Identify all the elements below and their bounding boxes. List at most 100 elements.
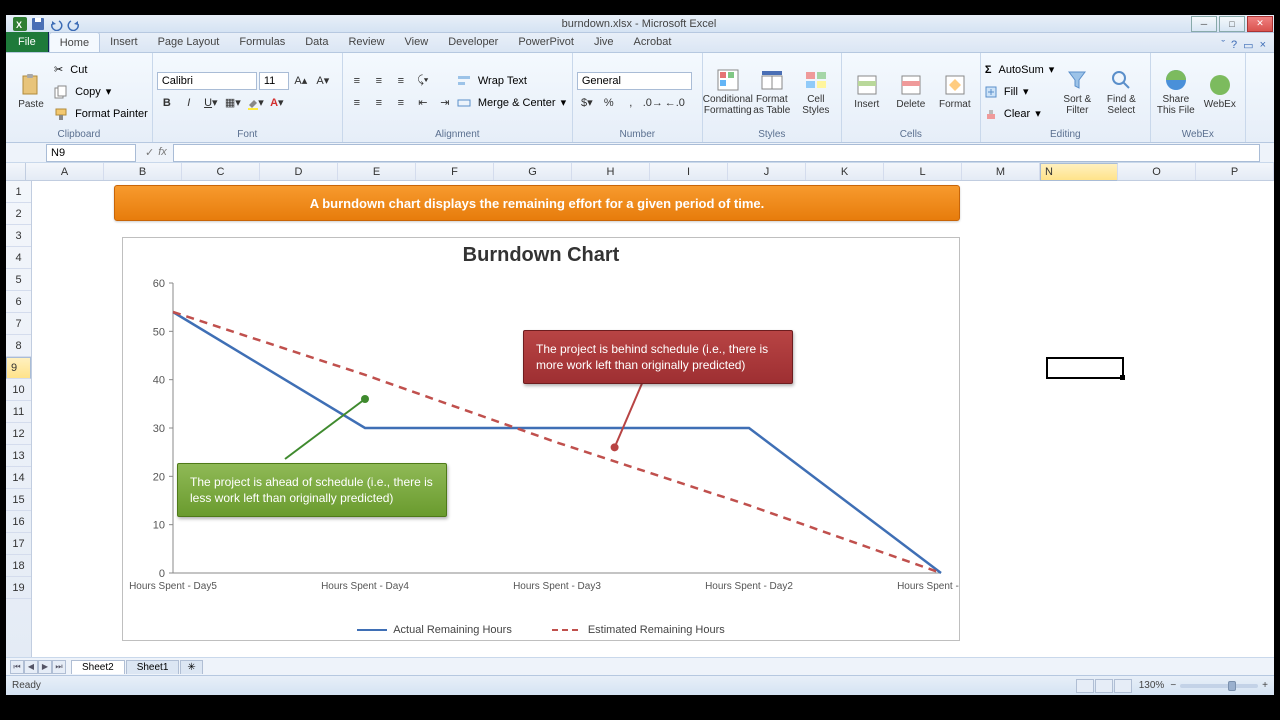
currency-icon[interactable]: $▾ [577, 93, 597, 113]
align-center-icon[interactable]: ≡ [369, 93, 389, 113]
col-header-L[interactable]: L [884, 163, 962, 180]
share-file-button[interactable]: Share This File [1155, 59, 1197, 125]
sheet-tab-sheet2[interactable]: Sheet2 [71, 660, 125, 674]
row-header-9[interactable]: 9 [6, 357, 31, 379]
last-sheet-icon[interactable]: ⏭ [52, 660, 66, 674]
align-left-icon[interactable]: ≡ [347, 93, 367, 113]
col-header-B[interactable]: B [104, 163, 182, 180]
row-header-11[interactable]: 11 [6, 401, 31, 423]
formula-bar[interactable] [173, 144, 1260, 162]
redo-icon[interactable] [66, 17, 82, 31]
tab-data[interactable]: Data [295, 32, 338, 52]
row-header-2[interactable]: 2 [6, 203, 31, 225]
align-middle-icon[interactable]: ≡ [369, 71, 389, 91]
italic-button[interactable]: I [179, 93, 199, 113]
col-header-K[interactable]: K [806, 163, 884, 180]
first-sheet-icon[interactable]: ⏮ [10, 660, 24, 674]
save-icon[interactable] [30, 17, 46, 31]
row-header-13[interactable]: 13 [6, 445, 31, 467]
row-header-8[interactable]: 8 [6, 335, 31, 357]
bold-button[interactable]: B [157, 93, 177, 113]
border-button[interactable]: ▦▾ [223, 93, 243, 113]
conditional-formatting-button[interactable]: Conditional Formatting [707, 59, 749, 125]
increase-indent-icon[interactable]: ⇥ [435, 93, 455, 113]
help-icon[interactable]: ? [1231, 39, 1237, 52]
col-header-E[interactable]: E [338, 163, 416, 180]
close-button[interactable]: ✕ [1247, 16, 1273, 32]
cancel-formula-icon[interactable]: ✓ [145, 146, 154, 159]
font-color-button[interactable]: A▾ [267, 93, 287, 113]
decrease-decimal-icon[interactable]: ←.0 [665, 93, 685, 113]
row-header-1[interactable]: 1 [6, 181, 31, 203]
row-header-17[interactable]: 17 [6, 533, 31, 555]
insert-cells-button[interactable]: Insert [846, 59, 888, 125]
shrink-font-icon[interactable]: A▾ [313, 71, 333, 91]
tab-developer[interactable]: Developer [438, 32, 508, 52]
cut-button[interactable]: ✂ Cut [54, 60, 148, 80]
page-layout-view-icon[interactable] [1095, 679, 1113, 693]
tab-formulas[interactable]: Formulas [229, 32, 295, 52]
row-header-12[interactable]: 12 [6, 423, 31, 445]
name-box[interactable]: N9 [46, 144, 136, 162]
tab-page-layout[interactable]: Page Layout [148, 32, 230, 52]
underline-button[interactable]: U▾ [201, 93, 221, 113]
tab-view[interactable]: View [395, 32, 439, 52]
row-header-7[interactable]: 7 [6, 313, 31, 335]
tab-insert[interactable]: Insert [100, 32, 148, 52]
minimize-ribbon-icon[interactable]: ˇ [1221, 39, 1225, 52]
minimize-button[interactable]: ─ [1191, 16, 1217, 32]
col-header-D[interactable]: D [260, 163, 338, 180]
row-header-10[interactable]: 10 [6, 379, 31, 401]
tab-acrobat[interactable]: Acrobat [624, 32, 682, 52]
col-header-M[interactable]: M [962, 163, 1040, 180]
orientation-icon[interactable]: ⤹▾ [413, 71, 433, 91]
paste-button[interactable]: Paste [10, 59, 52, 125]
row-header-5[interactable]: 5 [6, 269, 31, 291]
col-header-H[interactable]: H [572, 163, 650, 180]
row-header-15[interactable]: 15 [6, 489, 31, 511]
sort-filter-button[interactable]: Sort & Filter [1056, 59, 1098, 125]
font-name-select[interactable]: Calibri [157, 72, 257, 90]
font-size-select[interactable]: 11 [259, 72, 289, 90]
col-header-A[interactable]: A [26, 163, 104, 180]
format-as-table-button[interactable]: Format as Table [751, 59, 793, 125]
row-header-3[interactable]: 3 [6, 225, 31, 247]
undo-icon[interactable] [48, 17, 64, 31]
burndown-chart[interactable]: Burndown Chart 0102030405060Hours Spent … [122, 237, 960, 641]
delete-cells-button[interactable]: Delete [890, 59, 932, 125]
decrease-indent-icon[interactable]: ⇤ [413, 93, 433, 113]
col-header-J[interactable]: J [728, 163, 806, 180]
tab-powerpivot[interactable]: PowerPivot [508, 32, 584, 52]
webex-button[interactable]: WebEx [1199, 59, 1241, 125]
col-header-G[interactable]: G [494, 163, 572, 180]
tab-home[interactable]: Home [49, 32, 100, 52]
wrap-text-button[interactable]: Wrap Text [457, 71, 566, 91]
row-header-18[interactable]: 18 [6, 555, 31, 577]
increase-decimal-icon[interactable]: .0→ [643, 93, 663, 113]
file-tab[interactable]: File [6, 32, 49, 52]
tab-review[interactable]: Review [338, 32, 394, 52]
select-all-corner[interactable] [6, 163, 26, 180]
autosum-button[interactable]: Σ AutoSum ▾ [985, 60, 1055, 80]
number-format-select[interactable]: General [577, 72, 692, 90]
row-header-14[interactable]: 14 [6, 467, 31, 489]
sheet-tab-sheet1[interactable]: Sheet1 [126, 660, 180, 674]
row-header-19[interactable]: 19 [6, 577, 31, 599]
align-right-icon[interactable]: ≡ [391, 93, 411, 113]
worksheet-grid[interactable]: ABCDEFGHIJKLMNOP 12345678910111213141516… [6, 163, 1274, 657]
next-sheet-icon[interactable]: ▶ [38, 660, 52, 674]
row-header-6[interactable]: 6 [6, 291, 31, 313]
comma-icon[interactable]: , [621, 93, 641, 113]
format-cells-button[interactable]: Format [934, 59, 976, 125]
merge-center-button[interactable]: Merge & Center ▾ [457, 93, 566, 113]
fx-icon[interactable]: fx [158, 146, 167, 159]
tab-jive[interactable]: Jive [584, 32, 624, 52]
maximize-button[interactable]: □ [1219, 16, 1245, 32]
zoom-in-icon[interactable]: + [1262, 680, 1268, 691]
restore-window-icon[interactable]: ▭ [1243, 39, 1253, 52]
align-top-icon[interactable]: ≡ [347, 71, 367, 91]
col-header-F[interactable]: F [416, 163, 494, 180]
active-cell[interactable] [1046, 357, 1124, 379]
close-workbook-icon[interactable]: × [1260, 39, 1266, 52]
copy-button[interactable]: Copy ▾ [54, 82, 148, 102]
